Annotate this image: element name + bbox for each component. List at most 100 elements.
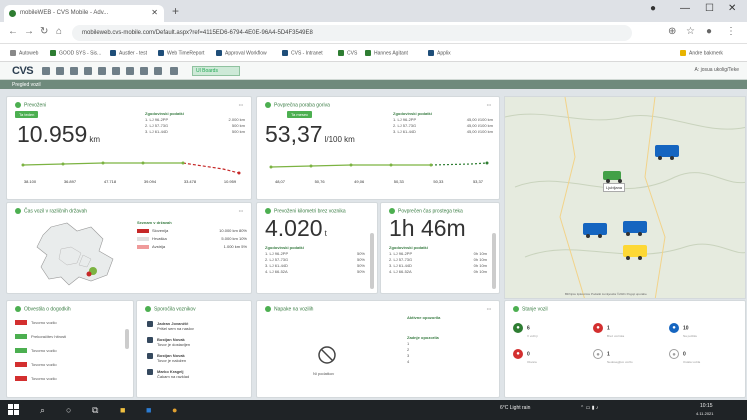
bookmark-item[interactable]: Hannes Agitant [365,50,408,56]
scrollbar[interactable] [125,329,129,349]
vehicle-map[interactable]: Ljubljana Bližnjice tipkovnice Podatki z… [504,96,746,299]
countries-list: Seznam v državah Slovenija 10.000 km 80% … [137,220,247,249]
reload-icon[interactable]: ↻ [40,26,48,37]
fleet-status-card: Stanje vozil ● 6 V vožnji ● 1 Brez voznika ●… [504,300,746,398]
fleet-status-fault[interactable]: ● 0 Okvara [513,349,537,364]
notice-item[interactable]: Tovorno vozilo [15,347,57,355]
avatar [147,353,153,359]
message-item[interactable]: Jadran Jovančič Prišel sem na naslov [147,321,194,331]
scrollbar[interactable] [492,233,496,289]
idle-title: Povprečen čas prostega teka [389,208,463,214]
driven-title: Prevoženi kilometri brez voznika [265,208,346,214]
clock-date[interactable]: 4.11.2021 [696,411,714,416]
message-item[interactable]: Bostjan Novak Tovor je dostavljen [147,337,190,347]
chrome-icon[interactable]: ● [172,405,177,415]
zoom-icon[interactable]: ⊕ [668,26,676,37]
bookmark-item[interactable]: GOOD SYS - Sis... [50,50,101,56]
notice-item[interactable]: Tovorno vozilo [15,361,57,369]
board-select[interactable]: Ul Boards [192,66,240,76]
more-icon[interactable]: ••• [487,306,491,311]
settings-icon[interactable] [154,67,162,75]
card-icon [15,208,21,214]
minimize-icon[interactable]: — [680,3,690,14]
truck-icon: ● [593,349,603,359]
bookmark-item[interactable]: CVS [338,50,357,56]
new-tab-icon[interactable]: + [172,4,179,18]
profile-icon[interactable]: ● [650,3,656,14]
vehicle-marker-icon[interactable] [655,145,679,160]
vehicle-marker-icon[interactable] [583,223,607,238]
fleet-status-driving[interactable]: ● 6 V vožnji [513,323,538,338]
vehicle-marker-icon[interactable] [623,221,647,236]
home-icon[interactable]: ⌂ [56,26,62,37]
clock-time[interactable]: 10:15 [700,403,713,409]
period-badge[interactable]: Ta mesec [287,111,313,118]
europe-map [36,222,114,286]
message-item[interactable]: Bostjan Novak Tovor je naložen [147,353,186,363]
notice-item[interactable]: Tovorno vozilo [15,319,57,327]
mileage-trend-values: 38.100 36.897 47.718 39.094 33.478 10.959 [23,179,237,184]
card-icon [265,208,271,214]
more-icon[interactable]: ••• [487,102,491,107]
fleet-status-other[interactable]: ● 0 Ostala vozila [669,349,700,364]
more-icon[interactable]: ••• [239,208,243,213]
bookmark-item[interactable]: CVS - Intranet [282,50,323,56]
bookmark-item[interactable]: Approval Workflow [216,50,267,56]
browser-tab[interactable]: mobileWEB - CVS Mobile - Adv... ✕ [4,5,164,22]
notice-item[interactable]: Prekoračitev hitrosti [15,333,66,341]
tasks-icon[interactable] [112,67,120,75]
map-attribution: Bližnjice tipkovnice Podatki zemljevida … [565,292,647,296]
url-input[interactable]: mobileweb.cvs-mobile.com/Default.aspx?re… [72,25,632,41]
tray-icons[interactable]: ⌃ ▭ ▮ ♪ [580,405,598,411]
menu-icon[interactable]: ⋮ [726,26,736,37]
task-view-icon[interactable]: ⧉ [92,405,98,416]
consumption-value: 53,37 l/100 km [265,121,355,147]
truck-icon: ● [593,323,603,333]
vehicle-marker-icon[interactable] [603,171,621,183]
mileage-title: Prevoženi [15,102,46,108]
windows-start-icon[interactable] [8,404,20,416]
scrollbar[interactable] [370,233,374,289]
search-icon[interactable]: ⌕ [40,405,45,416]
file-explorer-icon[interactable]: ■ [120,405,125,415]
dashboard-icon[interactable] [42,67,50,75]
bookmark-item[interactable]: Andre bakmerk [680,50,723,56]
weather-widget[interactable]: 6°C Light rain [500,405,530,411]
truck-icon: ● [669,323,679,333]
forward-icon[interactable]: → [24,26,34,37]
account-icon[interactable]: ● [706,26,712,37]
map-icon[interactable] [56,67,64,75]
fleet-status-unreachable[interactable]: ● 1 Nedosegljivo vozilo [593,349,633,364]
mileage-card: Prevoženi ••• Ta teden 10.959 km Zgodovin… [6,96,252,200]
grid-icon[interactable] [170,67,178,75]
maximize-icon[interactable]: ☐ [705,3,714,14]
fleet-status-no-driver[interactable]: ● 1 Brez voznika [593,323,624,338]
drivers-icon[interactable] [84,67,92,75]
user-menu[interactable]: A: josua ukolig/Teke [695,67,739,73]
period-badge[interactable]: Ta teden [15,111,39,118]
truck-icon: ● [669,349,679,359]
fleet-status-resting[interactable]: ● 10 Na počitku [669,323,697,338]
consumption-trend-line [269,161,489,169]
reports-icon[interactable] [126,67,134,75]
messages-icon[interactable] [140,67,148,75]
outlook-icon[interactable]: ■ [146,405,151,415]
more-icon[interactable]: ••• [239,102,243,107]
bookmark-item[interactable]: Web TimeReport [158,50,204,56]
star-icon[interactable]: ☆ [686,26,695,37]
bookmark-item[interactable]: Autoweb [10,50,38,56]
bookmark-item[interactable]: Austler - test [110,50,147,56]
card-icon [145,306,151,312]
back-icon[interactable]: ← [8,26,18,37]
bookmark-item[interactable]: Applix [428,50,451,56]
close-window-icon[interactable]: ✕ [728,3,736,14]
cortana-icon[interactable]: ○ [66,405,71,415]
consumption-card: Povprečna poraba goriva ••• Ta mesec 53,… [256,96,500,200]
routes-icon[interactable] [98,67,106,75]
notice-item[interactable]: Tovorno vozilo [15,375,57,383]
vehicle-marker-icon[interactable] [623,245,647,260]
tab-close-icon[interactable]: ✕ [151,8,158,17]
vehicles-icon[interactable] [70,67,78,75]
message-item[interactable]: Marko Kragelj Čakam na razklad [147,369,189,379]
mileage-trend-line [21,161,241,175]
